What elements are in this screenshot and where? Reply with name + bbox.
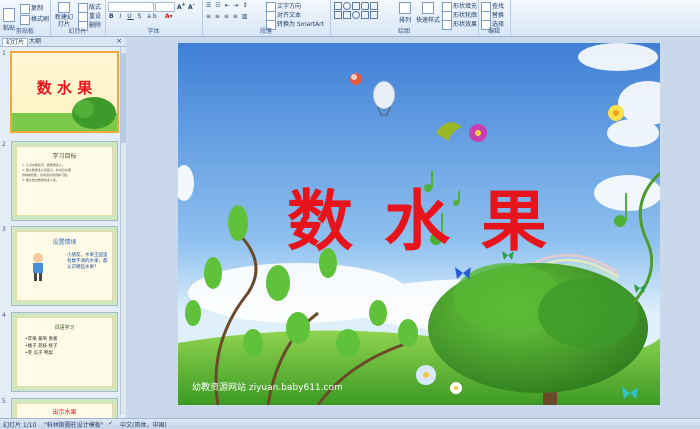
arrow-shape-icon[interactable]: [370, 2, 378, 10]
thumb-4-line: •苹果 葡萄 香蕉: [25, 337, 58, 342]
format-painter-button[interactable]: 格式刷: [20, 14, 49, 25]
paste-icon: [3, 8, 15, 22]
font-group-label: 字体: [147, 28, 160, 35]
clipboard-group-label: 剪贴板: [15, 28, 34, 35]
align-icons-row[interactable]: ≡ ≡ ≡ ≡ ▥: [206, 13, 248, 20]
drawing-group: 排列 快速样式 形状填充 形状轮廓 形状效果 绘图: [330, 0, 479, 36]
new-slide-icon: [58, 2, 70, 13]
thumb-number: 1: [2, 50, 6, 57]
paragraph-group-label: 段落: [259, 28, 272, 35]
thumb-1-title: 数 水 果: [36, 79, 93, 97]
slides-group: 新建幻灯片 版式 重设 删除 幻灯片: [50, 0, 106, 36]
thumb-2-line: 3. 能比较出数量的多少来。: [22, 178, 59, 182]
drawing-group-label: 绘图: [397, 28, 410, 35]
thumb-3-text: 小朋友，水果王国里有数不清的水果，都认识哪些水果？: [67, 253, 108, 270]
new-slide-button[interactable]: 新建幻灯片: [54, 2, 74, 28]
thumb-4-card: 词语学习 •苹果 葡萄 香蕉 •橘子 荔枝 桃子 •枣 瓜子 鸭梨: [16, 317, 113, 387]
line-shape-icon[interactable]: [352, 2, 360, 10]
thumbnail-slide-4[interactable]: 词语学习 •苹果 葡萄 香蕉 •橘子 荔枝 桃子 •枣 瓜子 鸭梨: [11, 312, 118, 392]
thumbnail-slide-5[interactable]: 出示水果: [11, 398, 118, 420]
font-group: A+ A- B I U S ab A▾ 字体: [105, 0, 203, 36]
oval-shape-icon[interactable]: [343, 2, 351, 10]
rounded-rect-shape-icon[interactable]: [361, 2, 369, 10]
ribbon: 粘贴 复制 格式刷 剪贴板 新建幻灯片 版式 重设 删除 幻灯片 A+ A- B…: [0, 0, 700, 37]
slide-title[interactable]: 数 水 果: [178, 168, 660, 264]
list-icons-row[interactable]: ☰ ☷ ⇤ ⇥ ↕: [206, 2, 248, 9]
panel-tabs: 幻灯片 大纲 ×: [0, 37, 126, 47]
thumb-4-line: •橘子 荔枝 桃子: [25, 344, 58, 349]
thumbnail-slide-3[interactable]: 设置情境 小朋友，水果王国里有数不清的水果，都认识哪些水果？: [11, 226, 118, 306]
triangle-shape-icon[interactable]: [334, 11, 342, 19]
callout-shape-icon[interactable]: [361, 11, 369, 19]
thumb-2-title: 学习目标: [52, 153, 77, 160]
circle-shape-icon[interactable]: [352, 11, 360, 19]
thumb-4-line: •枣 瓜子 鸭梨: [25, 351, 54, 356]
thumbnail-slide-2[interactable]: 学习目标 1. 认识水果名字，数数量多少。 2. 能从数量多少来区分，并说出水果…: [11, 141, 118, 221]
font-color-icon[interactable]: A▾: [165, 13, 173, 20]
rect-shape-icon[interactable]: [334, 2, 342, 10]
theme-name: "科林斯圆柱设计模板": [44, 422, 104, 429]
copy-button[interactable]: 复制: [20, 3, 43, 14]
thumb-number: 2: [2, 141, 6, 148]
brace-shape-icon[interactable]: [370, 11, 378, 19]
brush-icon: [20, 14, 30, 25]
thumb-3-title: 设置情境: [52, 239, 77, 246]
thumbnail-slide-1[interactable]: 数 水 果: [10, 51, 119, 133]
format-icons-row[interactable]: B I U S ab: [109, 13, 159, 20]
thumb-number: 4: [2, 312, 6, 319]
grow-font-icon[interactable]: A+ A-: [177, 2, 195, 11]
close-icon[interactable]: ×: [116, 37, 122, 45]
thumb-number: 5: [2, 398, 6, 405]
editing-group: 查找 替换 选择 编辑: [478, 0, 511, 36]
arrange-icon: [399, 2, 411, 14]
thumb-2-text: 1. 认识水果名字，数数量多少。 2. 能从数量多少来区分，并说出水果 的种类和…: [17, 160, 112, 186]
thumb-5-title: 出示水果: [52, 409, 77, 416]
paragraph-group: ☰ ☷ ⇤ ⇥ ↕ ≡ ≡ ≡ ≡ ▥ 文字方向 对齐文本 转换为 SmartA…: [202, 0, 331, 36]
thumb-4-text: •苹果 葡萄 香蕉 •橘子 荔枝 桃子 •枣 瓜子 鸭梨: [17, 331, 112, 362]
thumb-3-card: 设置情境 小朋友，水果王国里有数不清的水果，都认识哪些水果？: [16, 231, 113, 301]
shapes-gallery[interactable]: [334, 2, 394, 26]
slide-counter: 幻灯片 1/10: [3, 422, 37, 429]
editing-group-label: 编辑: [487, 28, 500, 35]
thumb-number: 3: [2, 226, 6, 233]
tab-outline[interactable]: 大纲: [26, 38, 44, 45]
language-indicator: 中文(简体，中国): [120, 422, 167, 429]
slide-stage: 数 水 果 幼教资源网站 ziyuan.baby611.com: [126, 37, 700, 418]
thumb-4-title: 词语学习: [54, 325, 75, 331]
slide-watermark: 幼教资源网站 ziyuan.baby611.com: [192, 383, 343, 393]
slides-panel: 幻灯片 大纲 × 1 数 水 果 2 学习目标 1. 认识水果名字，数数量多少。…: [0, 37, 127, 420]
tab-slides[interactable]: 幻灯片: [2, 38, 29, 46]
thumb-5-card: 出示水果: [16, 403, 113, 419]
slides-group-label: 幻灯片: [68, 28, 87, 35]
font-name-combo[interactable]: [108, 2, 154, 12]
thumb-2-card: 学习目标 1. 认识水果名字，数数量多少。 2. 能从数量多少来区分，并说出水果…: [16, 146, 113, 216]
star-shape-icon[interactable]: [343, 11, 351, 19]
copy-icon: [20, 3, 30, 14]
spell-check-icon[interactable]: ✓: [108, 420, 113, 427]
arrange-button[interactable]: 排列: [398, 2, 412, 24]
font-size-combo[interactable]: [155, 2, 175, 12]
quick-styles-icon: [422, 2, 434, 14]
child-figure-icon: [33, 253, 43, 281]
main-slide[interactable]: 数 水 果 幼教资源网站 ziyuan.baby611.com: [178, 43, 660, 405]
clipboard-group: 粘贴 复制 格式刷 剪贴板: [0, 0, 51, 36]
quick-styles-button[interactable]: 快速样式: [416, 2, 440, 24]
